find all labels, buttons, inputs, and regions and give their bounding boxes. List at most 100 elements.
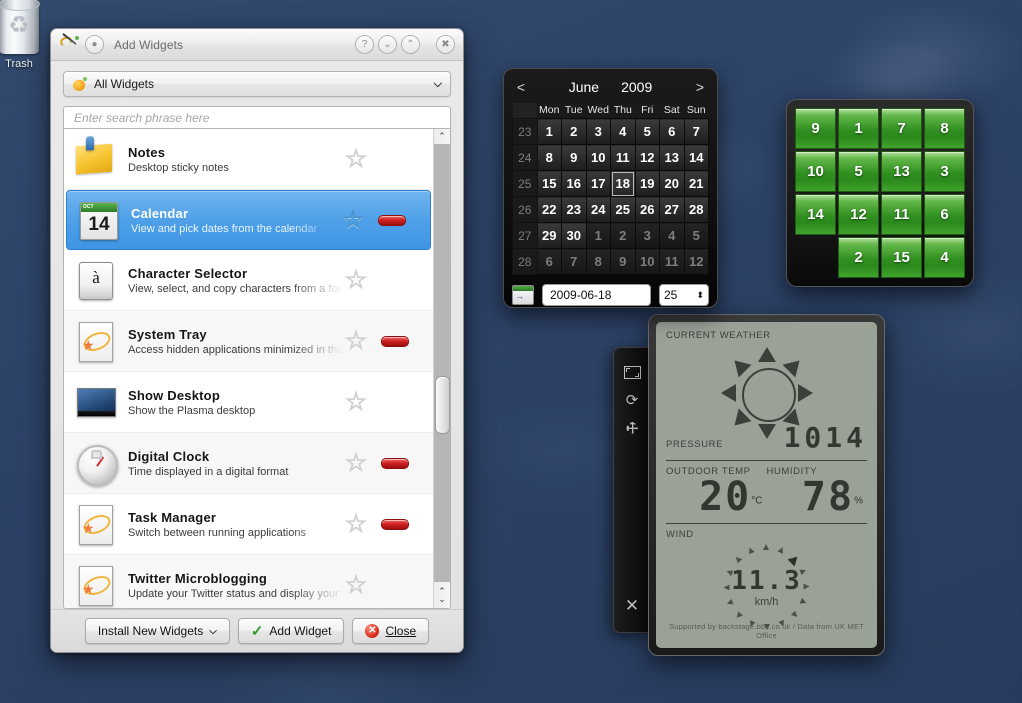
week-number[interactable]: 25 — [512, 170, 538, 197]
calendar-month-label[interactable]: June — [569, 79, 599, 95]
desktop-icon-trash[interactable]: Trash — [0, 0, 52, 70]
calendar-day[interactable]: 14 — [683, 144, 709, 171]
favorite-star-icon[interactable]: ☆ — [340, 207, 366, 233]
calendar-day-selected[interactable]: 18 — [610, 170, 636, 197]
favorite-star-icon[interactable]: ☆ — [343, 450, 369, 476]
list-item[interactable]: System Tray Access hidden applications m… — [64, 311, 433, 372]
puzzle-tile[interactable]: 13 — [881, 151, 922, 192]
puzzle-tile[interactable]: 8 — [924, 108, 965, 149]
puzzle-tile[interactable]: 10 — [795, 151, 836, 192]
jump-to-date-icon[interactable] — [512, 285, 534, 305]
remove-badge[interactable] — [381, 335, 409, 347]
favorite-star-icon[interactable]: ☆ — [343, 146, 369, 172]
week-number[interactable]: 28 — [512, 248, 538, 275]
calendar-day[interactable]: 29 — [536, 222, 562, 249]
calendar-day[interactable]: 27 — [659, 196, 685, 223]
favorite-star-icon[interactable]: ☆ — [343, 328, 369, 354]
favorite-star-icon[interactable]: ☆ — [343, 572, 369, 598]
week-number[interactable]: 23 — [512, 118, 538, 145]
scroll-up-arrow-icon[interactable]: ⌃ — [434, 129, 450, 144]
calendar-day[interactable]: 15 — [536, 170, 562, 197]
calendar-day[interactable]: 13 — [659, 144, 685, 171]
list-item[interactable]: à Character Selector View, select, and c… — [64, 250, 433, 311]
calendar-day[interactable]: 6 — [659, 118, 685, 145]
dialog-titlebar[interactable]: ● Add Widgets ? ⌄ ⌃ ✖ — [51, 29, 463, 61]
window-menu-button[interactable]: ● — [85, 35, 104, 54]
help-button[interactable]: ? — [355, 35, 374, 54]
calendar-day[interactable]: 7 — [561, 248, 587, 275]
puzzle-tile[interactable]: 3 — [924, 151, 965, 192]
calendar-day[interactable]: 20 — [659, 170, 685, 197]
calendar-day[interactable]: 1 — [536, 118, 562, 145]
calendar-day[interactable]: 24 — [585, 196, 611, 223]
list-item[interactable]: Digital Clock Time displayed in a digita… — [64, 433, 433, 494]
shade-down-button[interactable]: ⌄ — [378, 35, 397, 54]
close-widget-icon[interactable]: ✕ — [620, 594, 644, 618]
calendar-day[interactable]: 7 — [683, 118, 709, 145]
puzzle-tile[interactable]: 9 — [795, 108, 836, 149]
calendar-prev-button[interactable]: < — [512, 79, 530, 95]
remove-badge[interactable] — [381, 518, 409, 530]
rotate-icon[interactable]: ⟳ — [620, 388, 644, 412]
list-scrollbar[interactable]: ⌃ ⌃ ⌄ — [433, 129, 450, 608]
list-item[interactable]: Task Manager Switch between running appl… — [64, 494, 433, 555]
remove-badge[interactable] — [381, 457, 409, 469]
puzzle-tile[interactable]: 11 — [881, 194, 922, 235]
calendar-day[interactable]: 10 — [585, 144, 611, 171]
favorite-star-icon[interactable]: ☆ — [343, 511, 369, 537]
favorite-star-icon[interactable]: ☆ — [343, 389, 369, 415]
calendar-next-button[interactable]: > — [691, 79, 709, 95]
puzzle-tile[interactable]: 1 — [838, 108, 879, 149]
calendar-day[interactable]: 28 — [683, 196, 709, 223]
spinner-arrows-icon[interactable]: ⬍ — [696, 290, 704, 299]
puzzle-tile[interactable]: 4 — [924, 237, 965, 278]
calendar-day[interactable]: 2 — [561, 118, 587, 145]
calendar-day[interactable]: 3 — [585, 118, 611, 145]
install-new-widgets-button[interactable]: Install New Widgets ⌵ — [84, 618, 230, 644]
calendar-day[interactable]: 2 — [610, 222, 636, 249]
calendar-day[interactable]: 16 — [561, 170, 587, 197]
calendar-day[interactable]: 1 — [585, 222, 611, 249]
calendar-day[interactable]: 6 — [536, 248, 562, 275]
calendar-day[interactable]: 12 — [683, 248, 709, 275]
puzzle-tile[interactable]: 2 — [838, 237, 879, 278]
calendar-year-label[interactable]: 2009 — [621, 79, 652, 95]
scroll-down-arrows[interactable]: ⌃ ⌄ — [434, 582, 450, 608]
calendar-day[interactable]: 11 — [659, 248, 685, 275]
calendar-day[interactable]: 8 — [585, 248, 611, 275]
calendar-day[interactable]: 30 — [561, 222, 587, 249]
calendar-day[interactable]: 12 — [634, 144, 660, 171]
calendar-day[interactable]: 21 — [683, 170, 709, 197]
puzzle-tile[interactable]: 12 — [838, 194, 879, 235]
configure-wrench-icon[interactable]: ⚒ — [615, 411, 649, 445]
calendar-day[interactable]: 8 — [536, 144, 562, 171]
close-button[interactable]: ✖ — [436, 35, 455, 54]
calendar-day[interactable]: 4 — [610, 118, 636, 145]
calendar-day[interactable]: 26 — [634, 196, 660, 223]
calendar-day[interactable]: 4 — [659, 222, 685, 249]
puzzle-tile[interactable]: 7 — [881, 108, 922, 149]
shade-up-button[interactable]: ⌃ — [401, 35, 420, 54]
calendar-day[interactable]: 9 — [561, 144, 587, 171]
puzzle-tile[interactable]: 5 — [838, 151, 879, 192]
scrollbar-track[interactable] — [434, 144, 450, 582]
calendar-day[interactable]: 19 — [634, 170, 660, 197]
favorite-star-icon[interactable]: ☆ — [343, 267, 369, 293]
category-dropdown[interactable]: All Widgets ⌵ — [63, 71, 451, 97]
scrollbar-thumb[interactable] — [435, 376, 450, 434]
calendar-day[interactable]: 3 — [634, 222, 660, 249]
calendar-day[interactable]: 23 — [561, 196, 587, 223]
puzzle-tile[interactable]: 6 — [924, 194, 965, 235]
calendar-date-input[interactable]: 2009-06-18 — [542, 284, 651, 306]
puzzle-tile[interactable]: 14 — [795, 194, 836, 235]
calendar-day[interactable]: 17 — [585, 170, 611, 197]
calendar-day[interactable]: 5 — [634, 118, 660, 145]
list-item[interactable]: Show Desktop Show the Plasma desktop ☆ — [64, 372, 433, 433]
list-item[interactable]: Twitter Microblogging Update your Twitte… — [64, 555, 433, 608]
week-number[interactable]: 27 — [512, 222, 538, 249]
search-input[interactable] — [72, 109, 442, 126]
calendar-week-spinbox[interactable]: 25 ⬍ — [659, 284, 709, 306]
puzzle-tile[interactable]: 15 — [881, 237, 922, 278]
calendar-day[interactable]: 5 — [683, 222, 709, 249]
calendar-day[interactable]: 10 — [634, 248, 660, 275]
